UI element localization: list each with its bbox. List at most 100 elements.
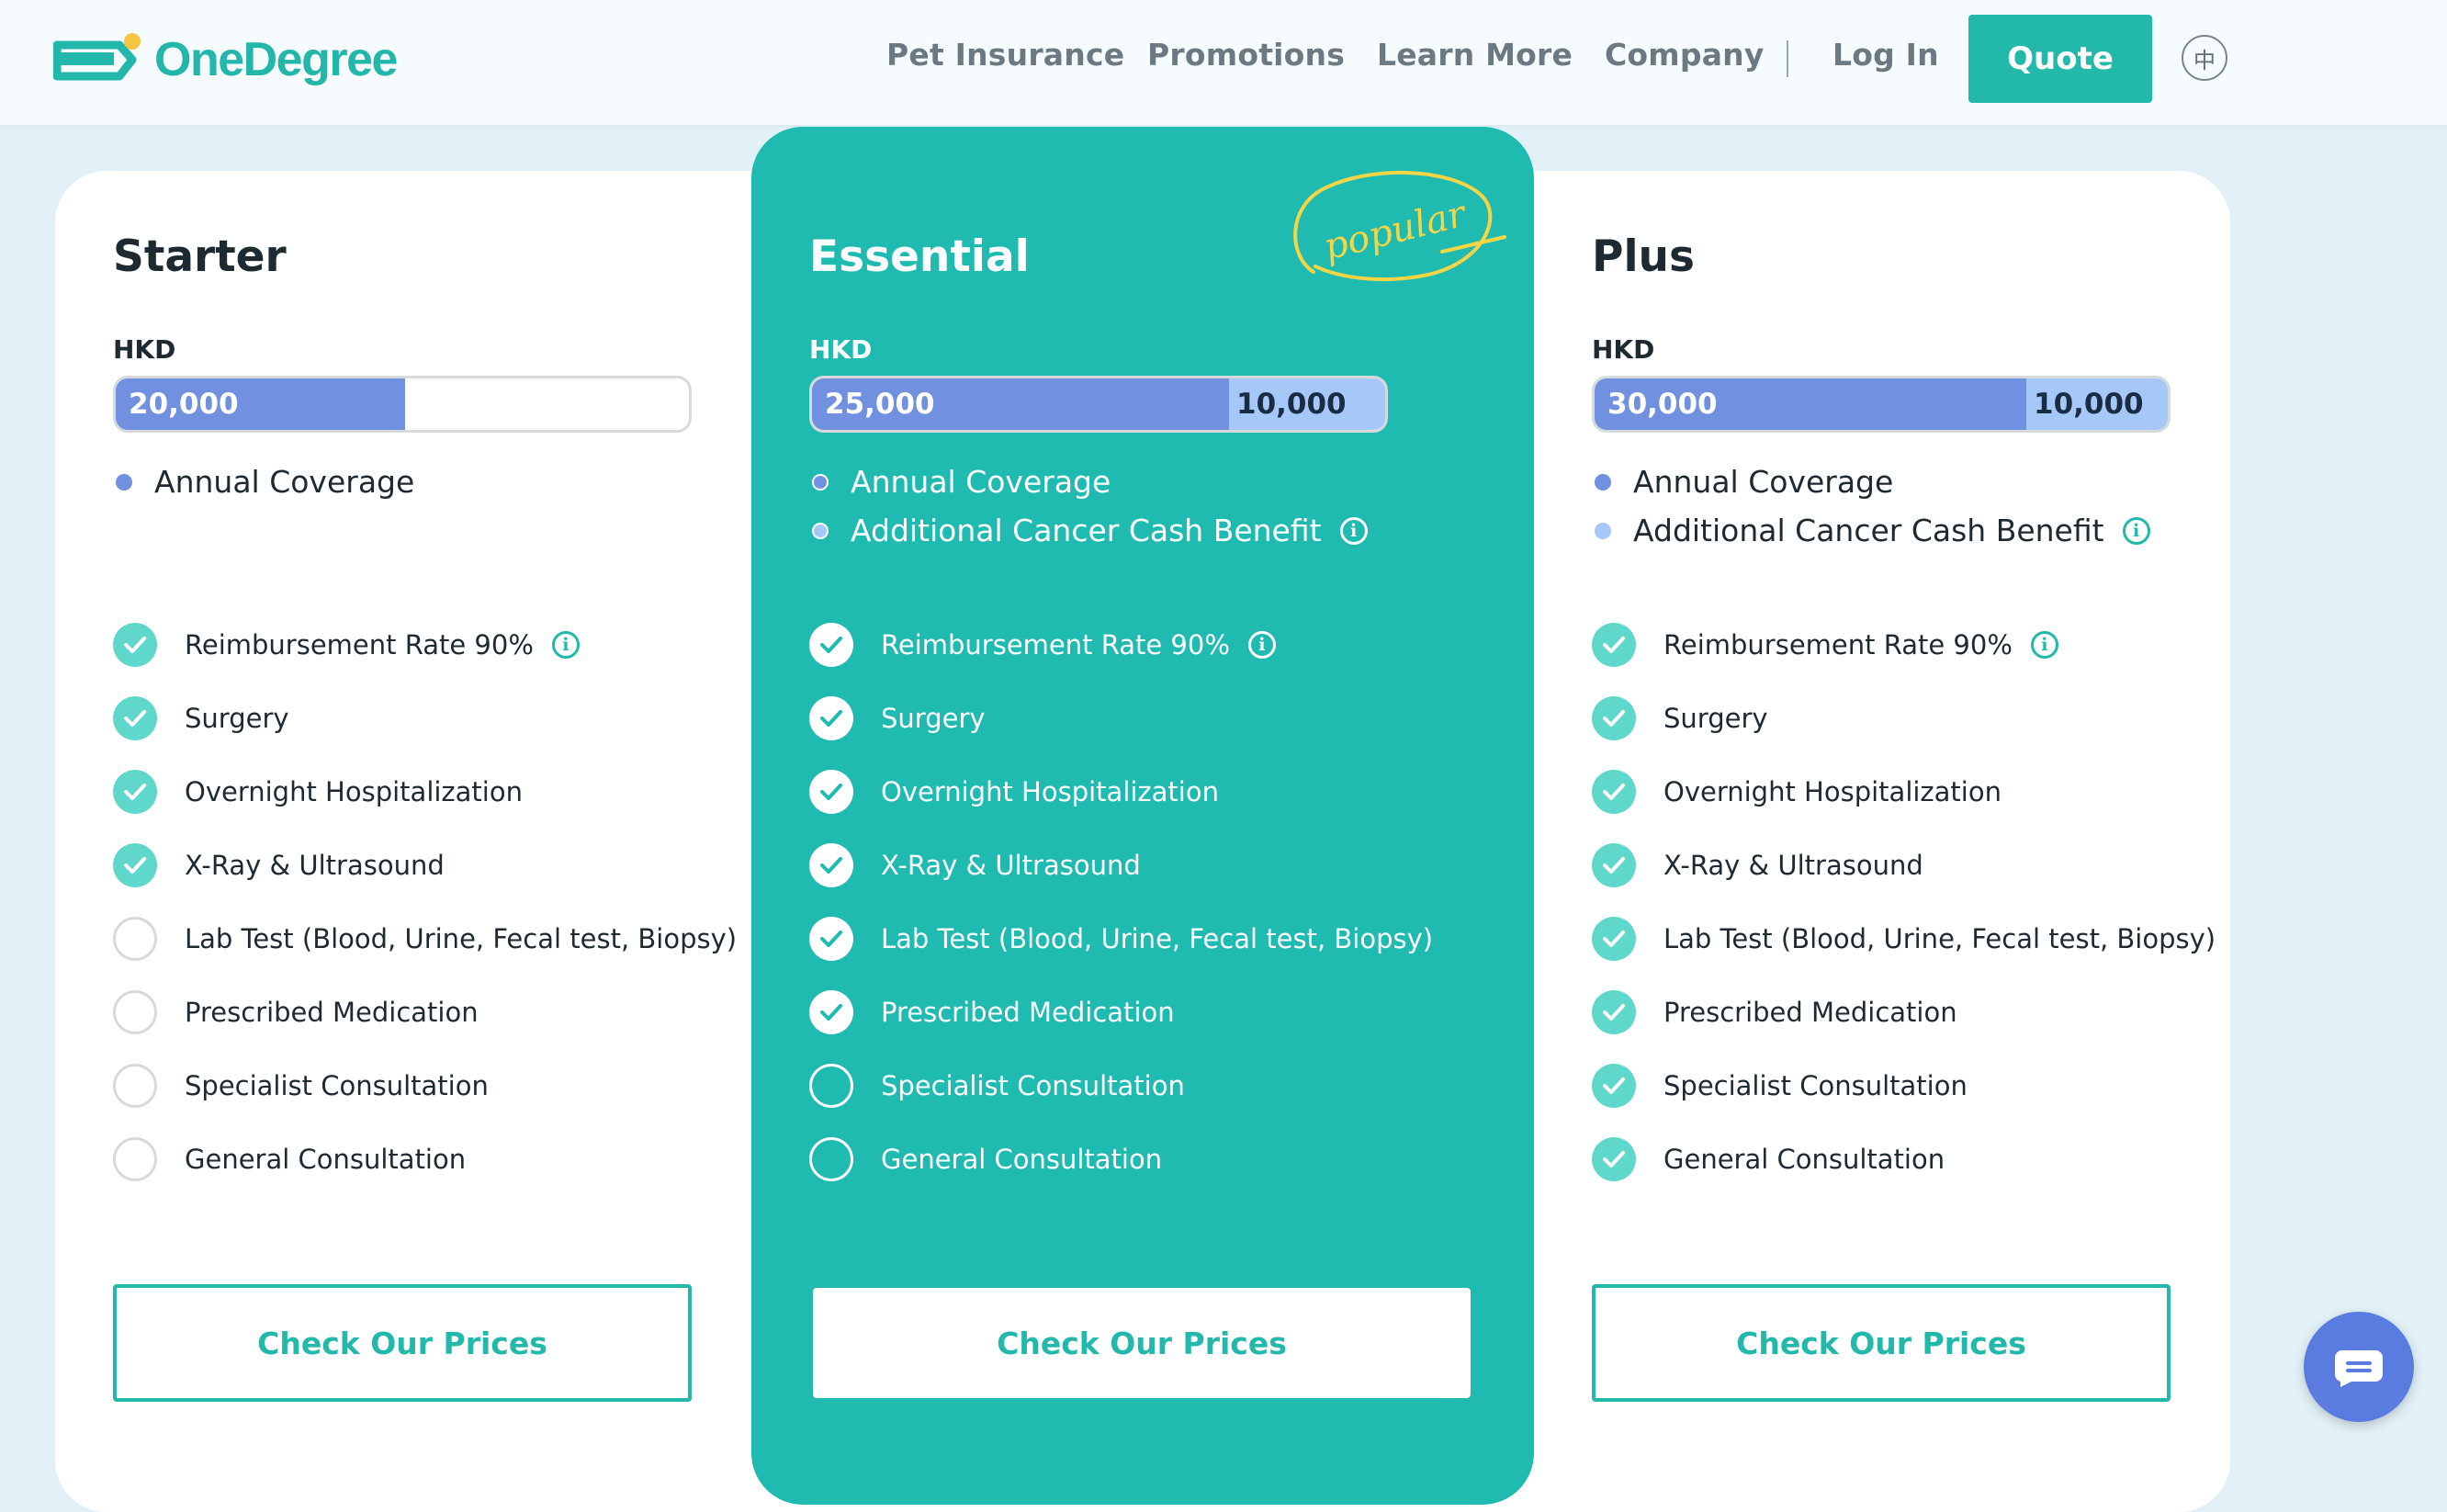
check-prices-button[interactable]: Check Our Prices [113,1284,692,1402]
feature-label: Overnight Hospitalization [1663,776,2002,807]
coverage-bar-annual: 20,000 [116,378,405,430]
feature-item: Lab Test (Blood, Urine, Fecal test, Biop… [113,917,737,961]
check-circle-icon [1592,770,1636,814]
check-circle-icon [113,696,157,740]
check-circle-icon [113,770,157,814]
info-icon[interactable]: i [551,631,580,659]
feature-item: Lab Test (Blood, Urine, Fecal test, Biop… [1592,917,2216,961]
legend-label: Annual Coverage [1633,464,1894,500]
feature-label: Reimbursement Rate 90% [881,629,1230,660]
check-circle-icon [809,770,853,814]
feature-item: Reimbursement Rate 90% i [113,623,580,667]
plan-title: Starter [113,231,287,282]
legend-dot [1595,473,1611,491]
legend-cancer-benefit: Additional Cancer Cash Benefit i [812,513,1368,548]
feature-item: X-Ray & Ultrasound [809,843,1141,887]
legend-label: Annual Coverage [154,464,415,500]
info-icon[interactable]: i [2030,631,2058,659]
feature-item: Reimbursement Rate 90% i [1592,623,2058,667]
feature-item: General Consultation [113,1137,466,1181]
feature-item: Surgery [113,696,289,740]
nav-company[interactable]: Company [1605,37,1765,73]
legend-dot [812,473,829,491]
empty-circle-icon [113,917,157,961]
feature-item: Specialist Consultation [1592,1064,1968,1108]
feature-label: Lab Test (Blood, Urine, Fecal test, Biop… [881,923,1434,954]
check-circle-icon [809,843,853,887]
check-circle-icon [1592,917,1636,961]
feature-item: Surgery [809,696,986,740]
feature-label: X-Ray & Ultrasound [1663,850,1923,881]
check-circle-icon [809,623,853,667]
legend-label: Additional Cancer Cash Benefit [851,513,1322,548]
login-link[interactable]: Log In [1832,37,1939,73]
feature-label: General Consultation [185,1144,467,1175]
feature-item: Overnight Hospitalization [809,770,1219,814]
feature-label: General Consultation [1663,1144,1945,1175]
coverage-bar: 20,000 [113,376,692,433]
feature-label: Specialist Consultation [185,1070,489,1101]
coverage-bar-annual: 30,000 [1595,378,2026,430]
legend-label: Annual Coverage [851,464,1111,500]
nav-learn-more[interactable]: Learn More [1377,37,1573,73]
feature-label: Specialist Consultation [881,1070,1185,1101]
feature-label: Lab Test (Blood, Urine, Fecal test, Biop… [185,923,738,954]
feature-label: Specialist Consultation [1663,1070,1968,1101]
feature-label: Reimbursement Rate 90% [185,629,534,660]
nav-promotions[interactable]: Promotions [1147,37,1345,73]
feature-item: Prescribed Medication [809,990,1175,1034]
feature-item: Overnight Hospitalization [1592,770,2002,814]
currency-label: HKD [113,334,176,365]
feature-item: Lab Test (Blood, Urine, Fecal test, Biop… [809,917,1433,961]
check-circle-icon [113,623,157,667]
brand-logo[interactable]: OneDegree [53,28,398,92]
legend-annual-coverage: Annual Coverage [1595,464,1893,500]
empty-circle-icon [809,1064,853,1108]
language-toggle-button[interactable]: 中 [2182,35,2227,81]
feature-item: Surgery [1592,696,1768,740]
feature-item: Overnight Hospitalization [113,770,523,814]
popular-badge-label: popular [1320,192,1472,268]
currency-label: HKD [809,334,873,365]
legend-dot [812,522,829,539]
plan-title: Essential [809,231,1030,282]
nav-pet-insurance[interactable]: Pet Insurance [886,37,1124,73]
check-circle-icon [1592,623,1636,667]
feature-label: Prescribed Medication [185,997,479,1028]
feature-item: Prescribed Medication [113,990,479,1034]
feature-item: Specialist Consultation [113,1064,489,1108]
popular-badge-icon: popular [1293,171,1506,282]
feature-label: Lab Test (Blood, Urine, Fecal test, Biop… [1663,923,2216,954]
coverage-bar: 25,000 10,000 [809,376,1388,433]
chat-button[interactable] [2304,1312,2414,1422]
nav-divider [1787,40,1788,77]
feature-label: Overnight Hospitalization [881,776,1219,807]
feature-label: X-Ray & Ultrasound [185,850,445,881]
feature-label: X-Ray & Ultrasound [881,850,1141,881]
check-prices-button[interactable]: Check Our Prices [1592,1284,2171,1402]
feature-label: Surgery [1663,703,1768,734]
check-circle-icon [809,696,853,740]
coverage-bar-annual: 25,000 [812,378,1229,430]
check-circle-icon [809,917,853,961]
legend-annual-coverage: Annual Coverage [812,464,1111,500]
info-icon[interactable]: i [1247,631,1276,659]
coverage-bar: 30,000 10,000 [1592,376,2171,433]
legend-annual-coverage: Annual Coverage [116,464,414,500]
info-icon[interactable]: i [1339,516,1368,545]
quote-button[interactable]: Quote [1968,15,2152,103]
top-navbar: OneDegree Pet Insurance Promotions Learn… [0,0,2447,125]
feature-item: Prescribed Medication [1592,990,1957,1034]
legend-dot [1595,522,1611,539]
legend-dot [116,473,132,491]
empty-circle-icon [809,1137,853,1181]
legend-label: Additional Cancer Cash Benefit [1633,513,2104,548]
info-icon[interactable]: i [2122,516,2150,545]
check-circle-icon [809,990,853,1034]
empty-circle-icon [113,1137,157,1181]
check-circle-icon [1592,1064,1636,1108]
check-prices-button[interactable]: Check Our Prices [813,1288,1471,1398]
check-circle-icon [1592,696,1636,740]
plan-title: Plus [1592,231,1695,282]
brand-name: OneDegree [154,33,398,86]
